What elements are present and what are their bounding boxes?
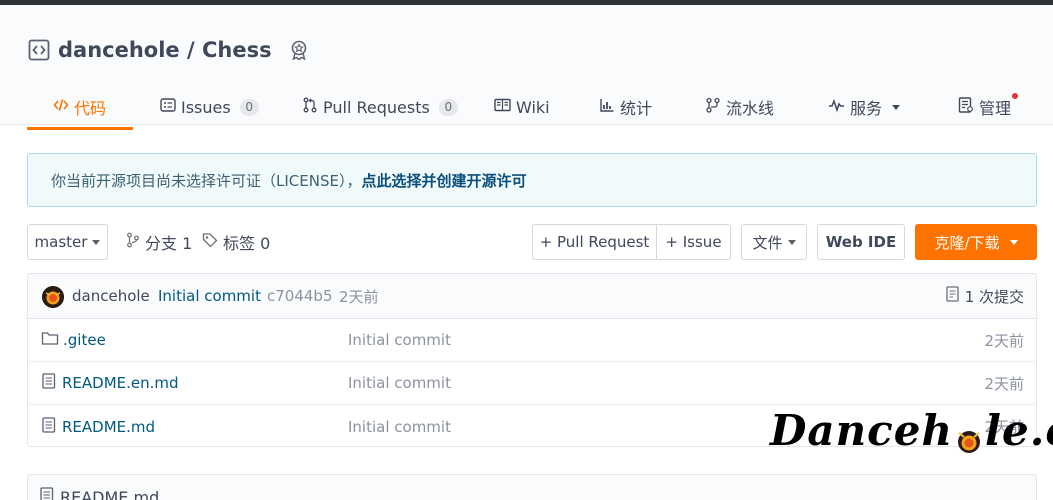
file-name-link[interactable]: .gitee <box>41 319 106 361</box>
file-name-link[interactable]: README.md <box>42 405 156 446</box>
tab-manage-label: 管理 <box>979 99 1012 118</box>
files-menu-label: 文件 <box>752 233 783 252</box>
tab-pull-requests-label: Pull Requests <box>323 97 430 117</box>
pipeline-icon <box>705 97 721 117</box>
file-icon <box>40 487 54 500</box>
issues-icon <box>160 97 176 117</box>
license-notice: 你当前开源项目尚未选择许可证（LICENSE）， 点此选择并创建开源许可 <box>27 153 1037 207</box>
commit-message-link[interactable]: Initial commit <box>158 274 261 318</box>
repo-title: dancehole / Chess <box>28 35 310 65</box>
tab-services-label: 服务 <box>850 99 883 118</box>
settings-doc-icon <box>958 97 974 117</box>
license-notice-text: 你当前开源项目尚未选择许可证（LICENSE）， <box>51 171 362 190</box>
watermark-text-end: le.cn <box>985 405 1053 455</box>
file-commit-message[interactable]: Initial commit <box>348 319 451 361</box>
tab-pipeline-label: 流水线 <box>726 99 775 118</box>
commit-count-label: 1 次提交 <box>964 287 1024 306</box>
branch-select-label: master <box>34 233 88 251</box>
tab-manage[interactable]: 管理 <box>958 89 1011 125</box>
commit-count-link[interactable]: 1 次提交 <box>946 274 1024 318</box>
tab-stats[interactable]: 统计 <box>599 89 652 125</box>
repo-separator: / <box>179 38 202 62</box>
files-menu-button[interactable]: 文件 <box>741 224 807 260</box>
table-row: .gitee Initial commit 2天前 <box>28 319 1036 362</box>
tab-stats-label: 统计 <box>620 99 653 118</box>
tab-wiki[interactable]: Wiki <box>494 89 550 125</box>
tab-code-label: 代码 <box>74 99 107 118</box>
file-commit-time: 2天前 <box>984 331 1024 350</box>
readme-header: README.md <box>40 487 159 500</box>
active-tab-indicator <box>27 127 133 130</box>
file-commit-message[interactable]: Initial commit <box>348 362 451 404</box>
commit-hash-link[interactable]: c7044b5 <box>267 274 333 318</box>
tab-issues[interactable]: Issues 0 <box>160 89 259 125</box>
tags-label: 标签 0 <box>223 234 271 253</box>
tab-pipeline[interactable]: 流水线 <box>705 89 774 125</box>
clone-download-label: 克隆/下载 <box>934 233 1000 252</box>
file-name-link[interactable]: README.en.md <box>42 362 179 404</box>
branch-select[interactable]: master <box>27 224 108 260</box>
readme-panel: README.md <box>27 474 1037 500</box>
chevron-down-icon <box>92 239 101 245</box>
file-name-label: .gitee <box>63 331 106 349</box>
book-icon <box>494 97 511 117</box>
new-issue-button[interactable]: + Issue <box>656 224 731 260</box>
award-icon[interactable] <box>288 39 310 61</box>
branches-label: 分支 1 <box>145 234 193 253</box>
tab-services[interactable]: 服务 <box>828 89 901 125</box>
repo-code-icon <box>28 39 50 61</box>
tab-issues-label: Issues <box>181 97 231 117</box>
file-name-label: README.en.md <box>62 374 179 392</box>
file-icon <box>42 373 56 393</box>
repo-owner-link[interactable]: dancehole <box>58 38 180 62</box>
tab-wiki-label: Wiki <box>516 97 550 117</box>
file-name-label: README.md <box>62 417 156 436</box>
bar-chart-icon <box>599 97 615 117</box>
notification-dot <box>1012 93 1018 99</box>
web-ide-button[interactable]: Web IDE <box>817 224 905 260</box>
tab-code[interactable]: 代码 <box>53 89 106 125</box>
tags-link[interactable]: 标签 0 <box>202 224 270 260</box>
branch-icon <box>126 232 140 252</box>
file-icon <box>42 416 56 437</box>
code-icon <box>53 97 69 117</box>
commits-icon <box>946 286 960 306</box>
commit-author-link[interactable]: dancehole <box>72 274 150 318</box>
latest-commit-row: dancehole Initial commit c7044b5 2天前 1 次… <box>28 274 1036 319</box>
pulse-icon <box>828 97 845 117</box>
chevron-down-icon <box>787 239 796 245</box>
avatar[interactable] <box>42 286 64 308</box>
repo-header: dancehole / Chess 代码 Issues 0 Pull Reque… <box>0 5 1053 130</box>
tab-pull-requests[interactable]: Pull Requests 0 <box>302 89 458 125</box>
file-commit-time: 2天前 <box>984 374 1024 393</box>
chevron-down-icon <box>892 104 901 110</box>
watermark: Danceh le.cn <box>770 402 1053 458</box>
create-license-link[interactable]: 点此选择并创建开源许可 <box>361 170 526 191</box>
new-pull-request-button[interactable]: + Pull Request <box>532 224 657 260</box>
watermark-text-start: Danceh <box>770 405 954 455</box>
file-commit-message[interactable]: Initial commit <box>348 405 451 446</box>
tag-icon <box>202 232 218 252</box>
repo-name-link[interactable]: Chess <box>202 38 272 62</box>
watermark-logo-icon <box>955 416 983 453</box>
table-row: README.en.md Initial commit 2天前 <box>28 362 1036 405</box>
branches-link[interactable]: 分支 1 <box>126 224 192 260</box>
issues-count-badge: 0 <box>239 98 259 116</box>
pull-requests-count-badge: 0 <box>438 98 458 116</box>
pull-request-icon <box>302 97 318 117</box>
readme-title: README.md <box>60 487 160 500</box>
clone-download-button[interactable]: 克隆/下载 <box>915 224 1037 260</box>
commit-time: 2天前 <box>339 287 379 306</box>
folder-icon <box>41 330 59 350</box>
chevron-down-icon <box>1009 239 1018 245</box>
